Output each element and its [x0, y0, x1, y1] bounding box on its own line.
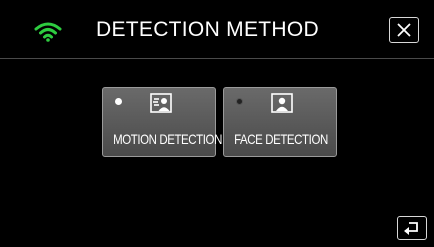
- selected-indicator: [115, 98, 122, 105]
- return-icon: [404, 222, 418, 235]
- motion-detection-label: MOTION DETECTION: [113, 131, 222, 147]
- close-icon: [397, 23, 411, 37]
- motion-detection-icon: [150, 93, 172, 113]
- page-title: DETECTION METHOD: [96, 18, 319, 41]
- face-detection-button[interactable]: FACE DETECTION: [223, 87, 337, 157]
- face-detection-label: FACE DETECTION: [234, 131, 328, 147]
- face-detection-icon: [271, 93, 293, 113]
- header-bar: DETECTION METHOD: [0, 0, 434, 59]
- close-button[interactable]: [389, 17, 419, 43]
- back-button[interactable]: [397, 216, 427, 240]
- unselected-indicator: [236, 98, 243, 105]
- motion-detection-button[interactable]: MOTION DETECTION: [102, 87, 222, 157]
- wifi-icon: [34, 22, 62, 42]
